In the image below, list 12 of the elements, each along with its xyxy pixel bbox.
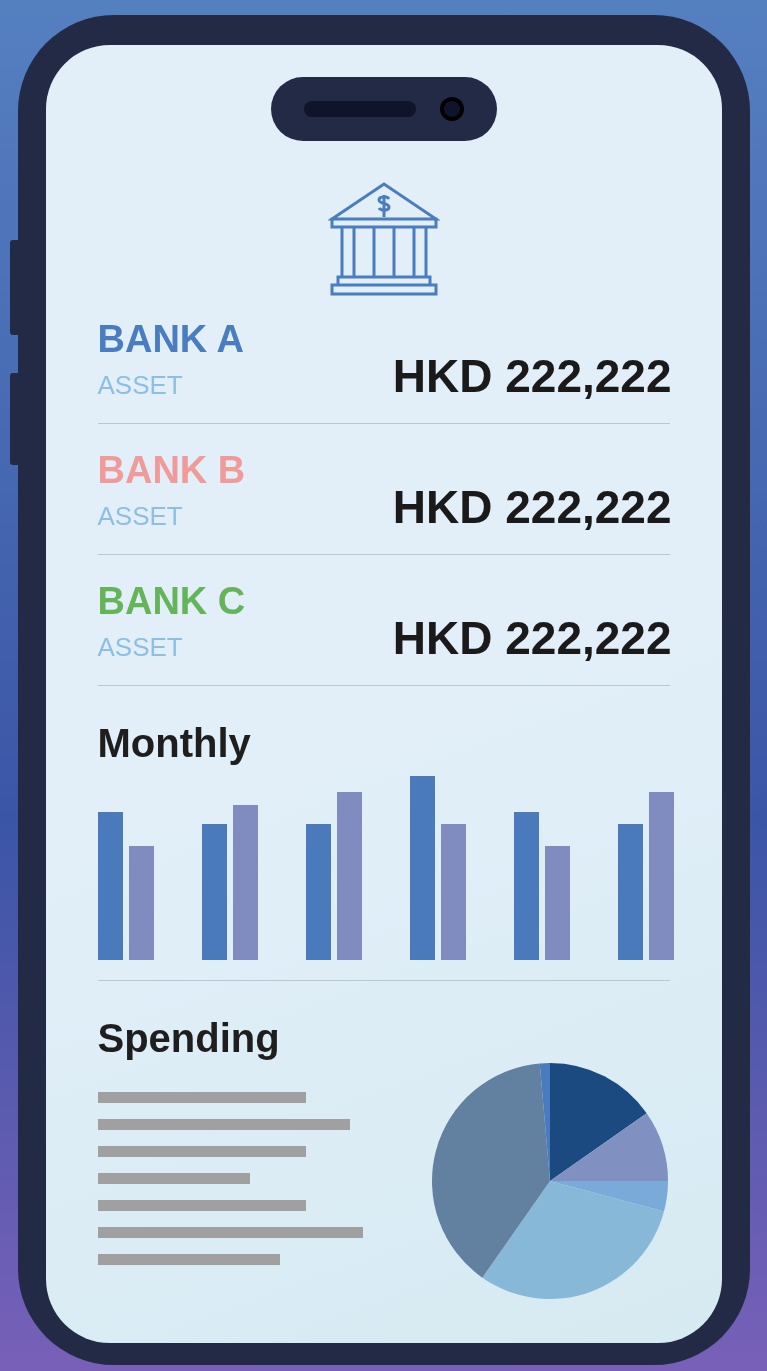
bank-name: BANK B [97, 448, 246, 492]
asset-label: ASSET [97, 369, 184, 401]
asset-amount: HKD 222,222 [392, 482, 672, 532]
bank-icon [327, 181, 440, 297]
asset-amount: HKD 222,222 [392, 351, 672, 401]
bank-name: BANK A [97, 317, 244, 361]
asset-label: ASSET [97, 631, 184, 663]
asset-amount: HKD 222,222 [392, 613, 672, 663]
section-title: Monthly [97, 720, 252, 766]
bank-name: BANK C [97, 579, 246, 623]
section-title: Spending [97, 1015, 281, 1061]
asset-label: ASSET [97, 500, 184, 532]
